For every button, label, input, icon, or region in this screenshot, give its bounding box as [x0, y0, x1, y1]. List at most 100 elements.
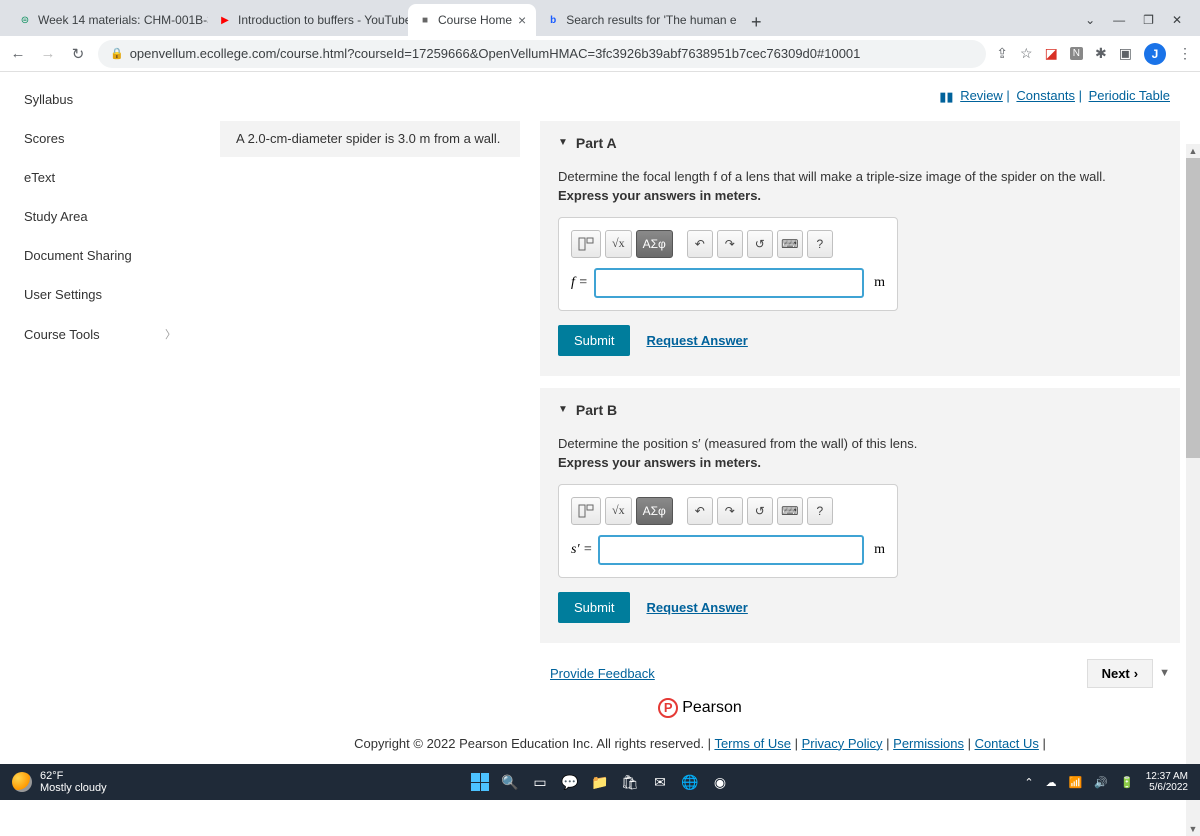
sidebar-item-etext[interactable]: eText — [0, 158, 200, 197]
help-button[interactable]: ? — [807, 230, 833, 258]
resource-links: ▮▮ Review | Constants | Periodic Table — [220, 82, 1180, 111]
extension-icon[interactable]: ◪ — [1045, 45, 1058, 62]
new-tab-button[interactable]: + — [742, 8, 770, 36]
cloud-icon[interactable]: ☁ — [1046, 776, 1057, 789]
sidebar-item-study-area[interactable]: Study Area — [0, 197, 200, 236]
tab-label: Course Home — [438, 13, 512, 27]
redo-button[interactable]: ↷ — [717, 497, 743, 525]
help-button[interactable]: ? — [807, 497, 833, 525]
flag-icon: ▮▮ — [939, 89, 953, 105]
sidebar-item-document-sharing[interactable]: Document Sharing — [0, 236, 200, 275]
scroll-up-icon[interactable]: ▲ — [1186, 144, 1200, 158]
browser-tab-strip: ⊜ Week 14 materials: CHM-001B-3 × ▶ Intr… — [0, 0, 1200, 36]
terms-link[interactable]: Terms of Use — [714, 736, 791, 751]
outer-scrollbar[interactable]: ▲ ▼ — [1186, 144, 1200, 836]
sidebar-item-course-tools[interactable]: Course Tools〉 — [0, 314, 200, 354]
chat-icon[interactable]: 💬 — [559, 771, 581, 793]
part-a-instructions: Express your answers in meters. — [558, 188, 1162, 203]
puzzle-icon[interactable]: ✱ — [1095, 45, 1107, 62]
weather-widget[interactable]: 62°F Mostly cloudy — [12, 770, 107, 794]
store-icon[interactable]: 🛍 — [619, 771, 641, 793]
tray-chevron-icon[interactable]: ⌃ — [1024, 776, 1033, 789]
math-format-button[interactable]: √x — [605, 497, 632, 525]
chrome-icon[interactable]: ◉ — [709, 771, 731, 793]
extension-icon-2[interactable]: N — [1070, 47, 1083, 60]
battery-icon[interactable]: 🔋 — [1120, 776, 1134, 789]
provide-feedback-link[interactable]: Provide Feedback — [550, 666, 655, 681]
undo-button[interactable]: ↶ — [687, 497, 713, 525]
pearson-name: Pearson — [682, 699, 742, 717]
back-button[interactable]: ← — [8, 45, 28, 62]
explorer-icon[interactable]: 📁 — [589, 771, 611, 793]
main-content: ▮▮ Review | Constants | Periodic Table A… — [200, 72, 1200, 764]
collapse-icon[interactable]: ▼ — [558, 404, 568, 415]
keyboard-button[interactable]: ⌨ — [777, 497, 803, 525]
pearson-brand: P Pearson — [220, 692, 1180, 728]
reset-button[interactable]: ↺ — [747, 497, 773, 525]
profile-avatar[interactable]: J — [1144, 43, 1166, 65]
copyright-footer: Copyright © 2022 Pearson Education Inc. … — [220, 728, 1180, 753]
volume-icon[interactable]: 🔊 — [1094, 776, 1108, 789]
unit-label: m — [874, 275, 885, 291]
answer-input-a[interactable] — [594, 268, 864, 298]
greek-button[interactable]: ΑΣφ — [636, 230, 673, 258]
privacy-link[interactable]: Privacy Policy — [802, 736, 883, 751]
forward-button[interactable]: → — [38, 45, 58, 62]
undo-button[interactable]: ↶ — [687, 230, 713, 258]
start-button[interactable] — [469, 771, 491, 793]
unit-label: m — [874, 542, 885, 558]
tab-youtube[interactable]: ▶ Introduction to buffers - YouTube × — [208, 4, 408, 36]
tab-search[interactable]: b Search results for 'The human ey × — [536, 4, 736, 36]
reset-button[interactable]: ↺ — [747, 230, 773, 258]
sidebar-item-user-settings[interactable]: User Settings — [0, 275, 200, 314]
sidebar-item-syllabus[interactable]: Syllabus — [0, 80, 200, 119]
review-link[interactable]: Review — [960, 88, 1003, 103]
task-view-icon[interactable]: ▭ — [529, 771, 551, 793]
template-button[interactable] — [571, 230, 601, 258]
search-icon[interactable]: 🔍 — [499, 771, 521, 793]
wifi-icon[interactable]: 📶 — [1069, 776, 1083, 789]
url-input[interactable]: 🔒 openvellum.ecollege.com/course.html?co… — [98, 40, 986, 68]
mail-icon[interactable]: ✉ — [649, 771, 671, 793]
submit-button-a[interactable]: Submit — [558, 325, 630, 356]
tab-week14[interactable]: ⊜ Week 14 materials: CHM-001B-3 × — [8, 4, 208, 36]
dropdown-icon[interactable]: ▼ — [1159, 667, 1170, 679]
close-icon[interactable]: × — [518, 12, 526, 28]
collapse-icon[interactable]: ▼ — [558, 137, 568, 148]
side-panel-icon[interactable]: ▣ — [1119, 45, 1132, 62]
maximize-icon[interactable]: ❐ — [1143, 13, 1154, 27]
constants-link[interactable]: Constants — [1016, 88, 1075, 103]
submit-button-b[interactable]: Submit — [558, 592, 630, 623]
share-icon[interactable]: ⇪ — [996, 45, 1008, 62]
request-answer-link-b[interactable]: Request Answer — [646, 600, 747, 615]
tab-label: Week 14 materials: CHM-001B-3 — [38, 13, 208, 27]
scroll-down-icon[interactable]: ▼ — [1186, 822, 1200, 836]
sidebar-item-scores[interactable]: Scores — [0, 119, 200, 158]
periodic-table-link[interactable]: Periodic Table — [1089, 88, 1170, 103]
tab-course-home[interactable]: ■ Course Home × — [408, 4, 536, 36]
part-a-prompt: Determine the focal length f of a lens t… — [558, 169, 1162, 184]
clock[interactable]: 12:37 AM 5/6/2022 — [1146, 771, 1188, 793]
variable-label: f = — [571, 275, 588, 291]
keyboard-button[interactable]: ⌨ — [777, 230, 803, 258]
request-answer-link-a[interactable]: Request Answer — [646, 333, 747, 348]
star-icon[interactable]: ☆ — [1020, 45, 1033, 62]
math-format-button[interactable]: √x — [605, 230, 632, 258]
template-button[interactable] — [571, 497, 601, 525]
redo-button[interactable]: ↷ — [717, 230, 743, 258]
edge-icon[interactable]: 🌐 — [679, 771, 701, 793]
address-bar: ← → ↻ 🔒 openvellum.ecollege.com/course.h… — [0, 36, 1200, 72]
url-text: openvellum.ecollege.com/course.html?cour… — [130, 46, 861, 61]
reload-button[interactable]: ↻ — [68, 45, 88, 63]
minimize-icon[interactable]: — — [1113, 13, 1125, 27]
answer-input-b[interactable] — [598, 535, 864, 565]
permissions-link[interactable]: Permissions — [893, 736, 964, 751]
greek-button[interactable]: ΑΣφ — [636, 497, 673, 525]
chevron-down-icon[interactable]: ⌄ — [1085, 13, 1095, 27]
answer-box-b: √x ΑΣφ ↶ ↷ ↺ ⌨ ? s′ = m — [558, 484, 898, 578]
next-button[interactable]: Next› — [1087, 659, 1154, 688]
taskbar-center: 🔍 ▭ 💬 📁 🛍 ✉ 🌐 ◉ — [469, 771, 731, 793]
contact-link[interactable]: Contact Us — [975, 736, 1039, 751]
close-window-icon[interactable]: ✕ — [1172, 13, 1182, 27]
kebab-menu-icon[interactable]: ⋮ — [1178, 45, 1192, 62]
